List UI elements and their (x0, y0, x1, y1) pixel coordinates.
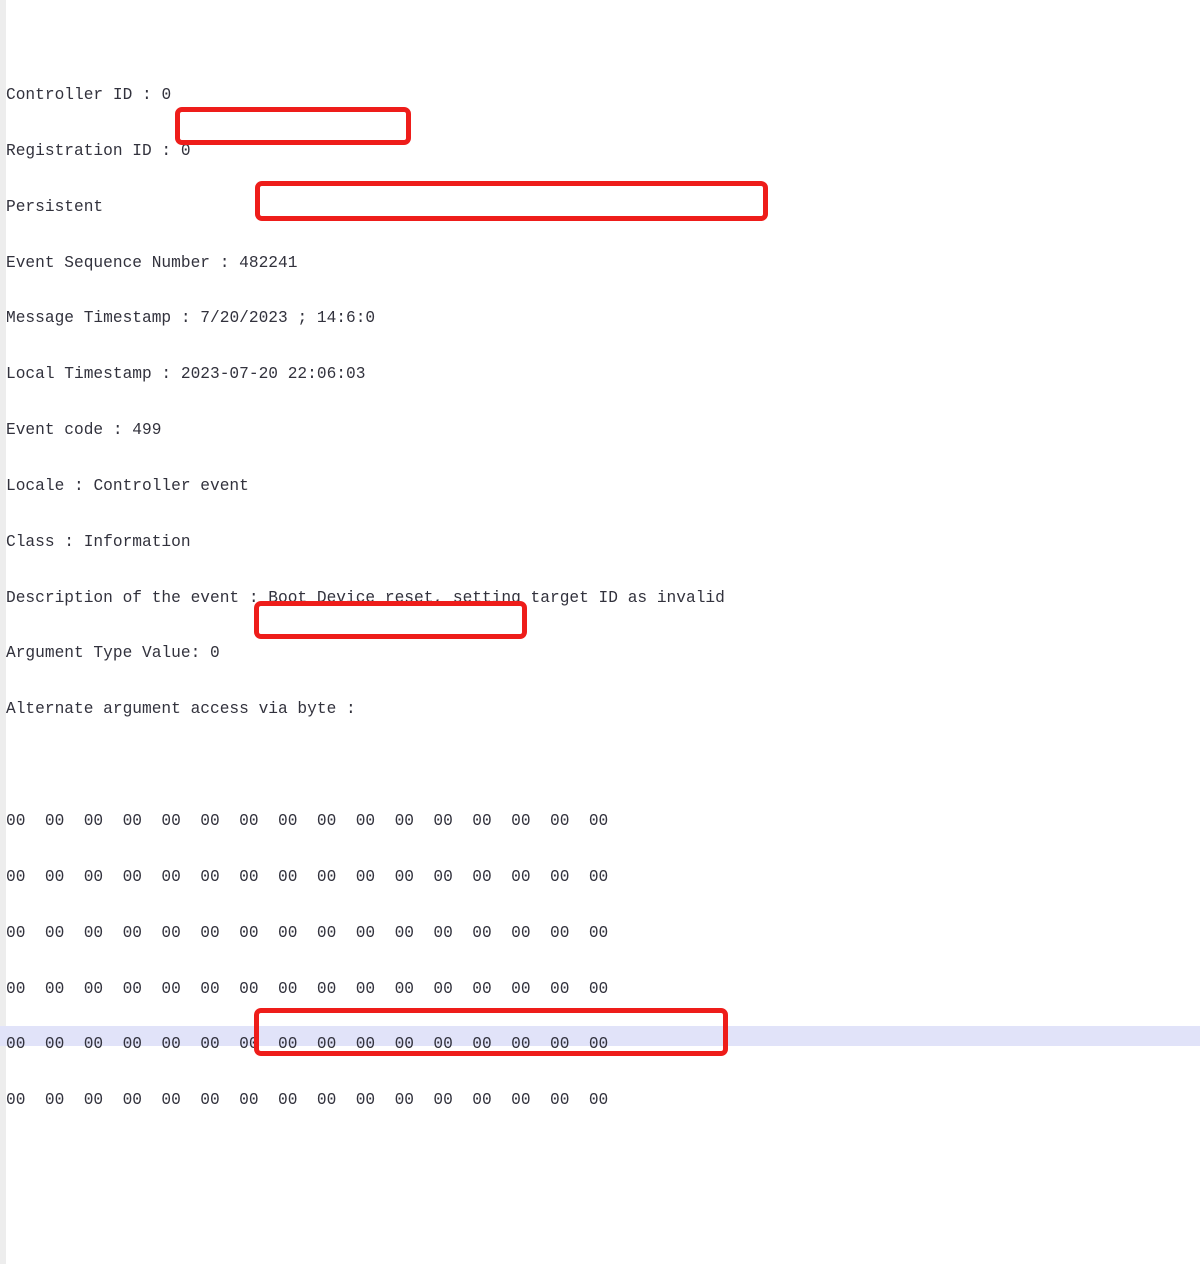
alternate-line: Alternate argument access via byte : (6, 700, 725, 720)
hex-row: 00 00 00 00 00 00 00 00 00 00 00 00 00 0… (6, 980, 725, 1000)
event-sequence-line: Event Sequence Number : 482241 (6, 254, 725, 274)
locale-value: Controller event (93, 477, 248, 495)
hex-row: 00 00 00 00 00 00 00 00 00 00 00 00 00 0… (6, 1091, 725, 1111)
annotation-box-local-timestamp (175, 107, 411, 145)
hex-row: 00 00 00 00 00 00 00 00 00 00 00 00 00 0… (6, 924, 725, 944)
argument-type-line: Argument Type Value: 0 (6, 644, 725, 664)
blank-line (6, 1203, 725, 1223)
registration-id-label: Registration ID : (6, 142, 181, 160)
argument-type-value: 0 (210, 644, 220, 662)
message-timestamp-value: 7/20/2023 ; 14:6:0 (200, 309, 375, 327)
event-code-label: Event code : (6, 421, 132, 439)
locale-line: Locale : Controller event (6, 477, 725, 497)
event-sequence-label: Event Sequence Number : (6, 254, 239, 272)
local-timestamp-value: 2023-07-20 22:06:03 (181, 365, 366, 383)
locale-label: Locale : (6, 477, 93, 495)
annotation-box-description-configuration-cleared (254, 601, 527, 639)
class-label: Class : (6, 533, 84, 551)
class-line: Class : Information (6, 533, 725, 553)
blank-line (6, 756, 725, 776)
message-timestamp-line: Message Timestamp : 7/20/2023 ; 14:6:0 (6, 309, 725, 329)
local-timestamp-line: Local Timestamp : 2023-07-20 22:06:03 (6, 365, 725, 385)
message-timestamp-label: Message Timestamp : (6, 309, 200, 327)
description-label: Description of the event : (6, 589, 268, 607)
controller-id-value: 0 (161, 86, 171, 104)
event-code-line: Event code : 499 (6, 421, 725, 441)
event-code-value: 499 (132, 421, 161, 439)
annotation-box-description-cache-discarded (254, 1008, 728, 1056)
local-timestamp-label: Local Timestamp : (6, 365, 181, 383)
blank-line (6, 1147, 725, 1167)
controller-id-line: Controller ID : 0 (6, 86, 725, 106)
class-value: Information (84, 533, 191, 551)
annotation-box-description-boot-device-reset (255, 181, 768, 221)
argument-type-label: Argument Type Value: (6, 644, 210, 662)
hex-row: 00 00 00 00 00 00 00 00 00 00 00 00 00 0… (6, 868, 725, 888)
event-sequence-value: 482241 (239, 254, 297, 272)
hex-row: 00 00 00 00 00 00 00 00 00 00 00 00 00 0… (6, 812, 725, 832)
controller-id-label: Controller ID : (6, 86, 161, 104)
event-log-viewer: Controller ID : 0 Registration ID : 0 Pe… (0, 0, 1200, 1264)
